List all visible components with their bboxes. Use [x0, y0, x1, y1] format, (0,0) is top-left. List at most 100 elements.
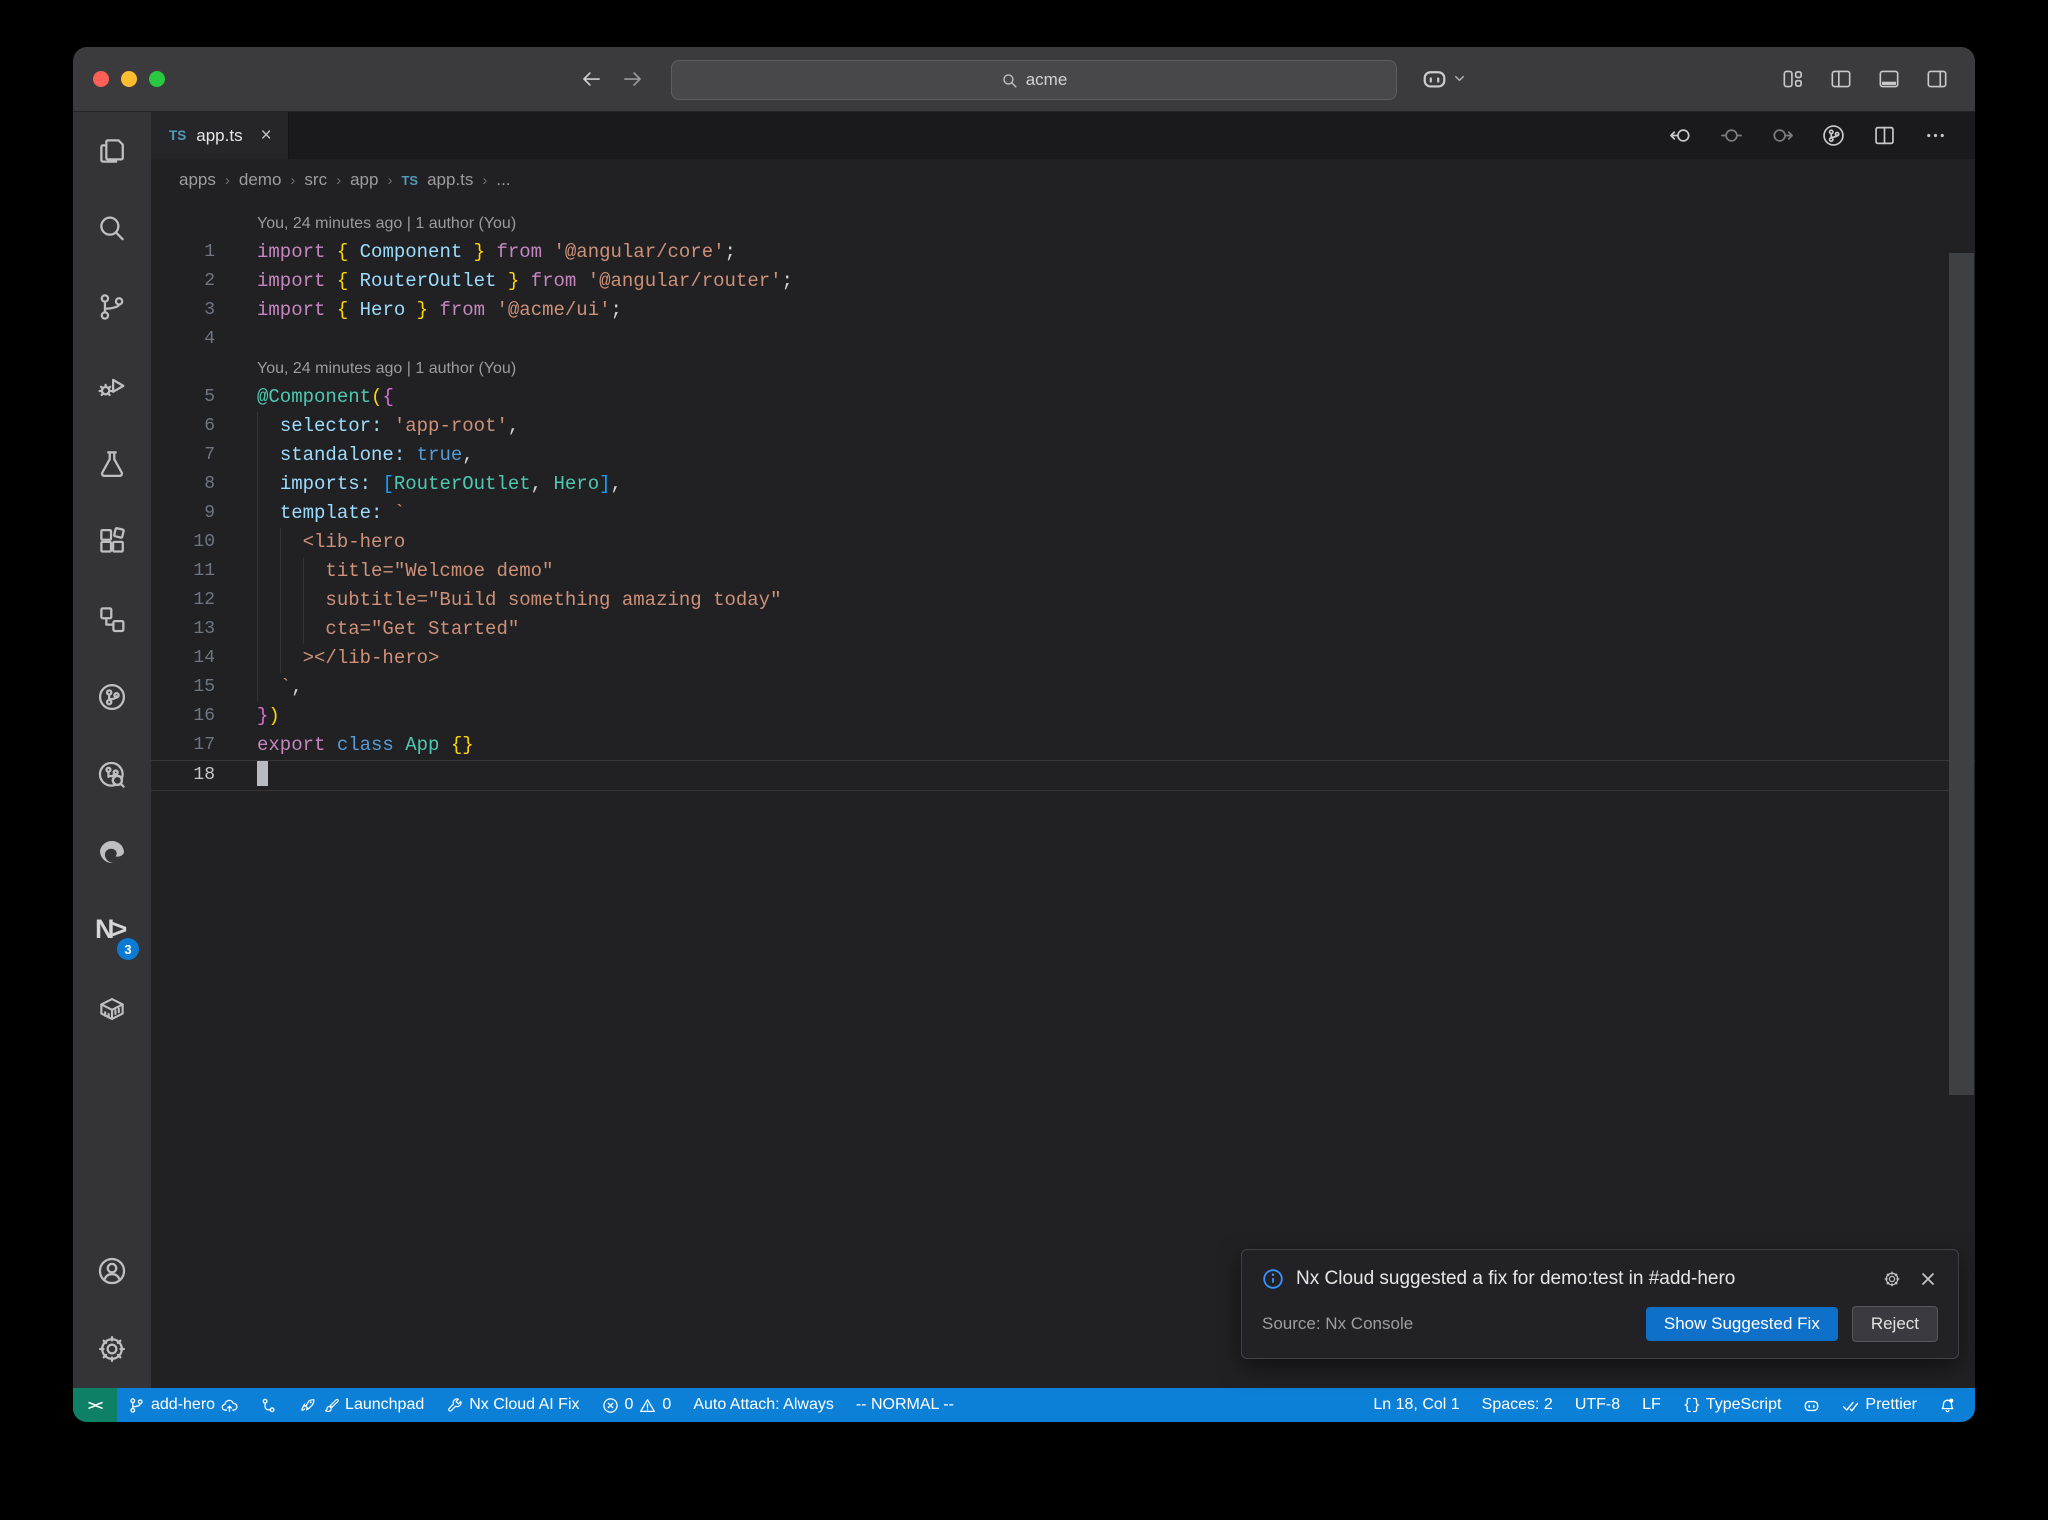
- activity-nx-console[interactable]: N> 3: [73, 892, 151, 970]
- git-blame-lens[interactable]: You, 24 minutes ago | 1 author (You): [151, 354, 516, 383]
- toggle-secondary-sidebar-icon[interactable]: [1924, 66, 1950, 92]
- line-number: 2: [204, 271, 215, 291]
- activity-source-control[interactable]: [73, 268, 151, 346]
- status-cursor-position[interactable]: Ln 18, Col 1: [1362, 1388, 1470, 1422]
- reject-button[interactable]: Reject: [1851, 1306, 1938, 1342]
- arrow-right-icon[interactable]: [620, 66, 646, 92]
- status-formatter[interactable]: Prettier: [1831, 1388, 1928, 1422]
- status-eol[interactable]: LF: [1631, 1388, 1672, 1422]
- close-icon[interactable]: [1918, 1269, 1938, 1289]
- editor-group: TS app.ts × apps › demo › src › app › TS app.ts ›.…: [151, 112, 1975, 1388]
- vertical-scrollbar[interactable]: [1949, 253, 1974, 1095]
- error-circle-icon: [602, 1397, 619, 1414]
- show-suggested-fix-button[interactable]: Show Suggested Fix: [1645, 1307, 1838, 1341]
- tab-bar: TS app.ts ×: [151, 112, 1975, 159]
- status-branch[interactable]: add-hero: [117, 1388, 249, 1422]
- command-center[interactable]: acme: [671, 60, 1397, 100]
- activity-bar: N> 3: [73, 112, 151, 1388]
- close-tab-icon[interactable]: ×: [261, 126, 272, 145]
- breadcrumb-item[interactable]: app: [350, 170, 378, 190]
- indent-guide: [257, 557, 258, 586]
- status-encoding[interactable]: UTF-8: [1564, 1388, 1631, 1422]
- status-problems[interactable]: 00: [591, 1388, 683, 1422]
- breadcrumb-item[interactable]: apps: [179, 170, 216, 190]
- code-line: 16}): [151, 702, 1975, 731]
- traffic-close-button[interactable]: [93, 71, 109, 87]
- search-icon: [1001, 72, 1018, 89]
- toggle-panel-icon[interactable]: [1876, 66, 1902, 92]
- activity-extensions[interactable]: [73, 502, 151, 580]
- traffic-zoom-button[interactable]: [149, 71, 165, 87]
- breadcrumb-item[interactable]: src: [304, 170, 327, 190]
- status-vim-mode[interactable]: -- NORMAL --: [845, 1388, 965, 1422]
- status-indentation[interactable]: Spaces: 2: [1471, 1388, 1564, 1422]
- nav-forward-change-icon[interactable]: [1769, 122, 1796, 149]
- toggle-primary-sidebar-icon[interactable]: [1828, 66, 1854, 92]
- warning-triangle-icon: [639, 1397, 656, 1414]
- indent-guide: [257, 412, 258, 441]
- gear-icon[interactable]: [1882, 1269, 1902, 1289]
- nx-graph-search-icon: [95, 758, 129, 792]
- copilot-menu-button[interactable]: [1421, 65, 1467, 92]
- nx-run-icon[interactable]: [1820, 122, 1847, 149]
- remote-indicator[interactable]: ><: [73, 1388, 117, 1422]
- indent-guide: [279, 644, 281, 673]
- status-language[interactable]: {} TypeScript: [1672, 1388, 1793, 1422]
- code-editor[interactable]: You, 24 minutes ago | 1 author (You) 1 imp…: [151, 201, 1975, 1388]
- window-controls: [93, 71, 165, 87]
- nx-project-graph-icon: [95, 680, 129, 714]
- status-notifications-bell[interactable]: [1928, 1388, 1967, 1422]
- activity-nx-project-graph[interactable]: [73, 658, 151, 736]
- breadcrumb-separator-icon: ›: [290, 171, 296, 189]
- activity-nx-graph-search[interactable]: [73, 736, 151, 814]
- code-line: 4: [151, 325, 1975, 354]
- status-left: add-hero Launchpad Nx Cloud AI Fix 0 0 Auto A…: [117, 1388, 965, 1422]
- activity-settings-gear[interactable]: [73, 1310, 151, 1388]
- containers-icon: [95, 992, 129, 1026]
- activity-explorer[interactable]: [73, 112, 151, 190]
- more-actions-icon[interactable]: [1922, 122, 1949, 149]
- activity-edge-tools[interactable]: [73, 814, 151, 892]
- activity-testing[interactable]: [73, 424, 151, 502]
- typescript-file-icon: TS: [169, 128, 187, 143]
- text-cursor: [257, 760, 268, 786]
- status-nx-cloud-ai-fix[interactable]: Nx Cloud AI Fix: [435, 1388, 590, 1422]
- tab-app-ts[interactable]: TS app.ts ×: [151, 112, 289, 159]
- current-change-icon[interactable]: [1718, 122, 1745, 149]
- line-number: 5: [204, 387, 215, 407]
- arrow-left-icon[interactable]: [578, 66, 604, 92]
- activity-search-sidebar[interactable]: [73, 190, 151, 268]
- activity-containers[interactable]: [73, 970, 151, 1048]
- source-control-icon: [95, 290, 129, 324]
- status-git-graph[interactable]: [249, 1388, 288, 1422]
- traffic-minimize-button[interactable]: [121, 71, 137, 87]
- git-graph-icon: [260, 1397, 277, 1414]
- breadcrumb[interactable]: apps › demo › src › app › TS app.ts ›...: [151, 159, 1975, 201]
- activity-hierarchy[interactable]: [73, 580, 151, 658]
- copilot-icon: [1421, 65, 1448, 92]
- status-copilot[interactable]: [1792, 1388, 1831, 1422]
- line-number: 17: [193, 735, 215, 755]
- run-debug-icon: [95, 368, 129, 402]
- activity-accounts[interactable]: [73, 1232, 151, 1310]
- line-number: 15: [193, 677, 215, 697]
- command-center-text: acme: [1025, 70, 1068, 89]
- line-number: 8: [204, 474, 215, 494]
- code-line: 7 standalone: true,: [151, 441, 1975, 470]
- git-branch-icon: [128, 1397, 145, 1414]
- line-number: 6: [204, 416, 215, 436]
- breadcrumb-overflow[interactable]: ...: [496, 170, 510, 190]
- split-editor-icon[interactable]: [1871, 122, 1898, 149]
- breadcrumb-item[interactable]: demo: [239, 170, 282, 190]
- status-launchpad[interactable]: Launchpad: [288, 1388, 435, 1422]
- accounts-icon: [95, 1254, 129, 1288]
- status-auto-attach[interactable]: Auto Attach: Always: [682, 1388, 845, 1422]
- code-line: 9 template: `: [151, 499, 1975, 528]
- indent-guide: [302, 557, 304, 586]
- activity-run-debug[interactable]: [73, 346, 151, 424]
- breadcrumb-file[interactable]: app.ts: [427, 170, 473, 190]
- indent-guide: [279, 528, 281, 557]
- nav-back-change-icon[interactable]: [1667, 122, 1694, 149]
- git-blame-lens[interactable]: You, 24 minutes ago | 1 author (You): [151, 209, 516, 238]
- customize-layout-icon[interactable]: [1780, 66, 1806, 92]
